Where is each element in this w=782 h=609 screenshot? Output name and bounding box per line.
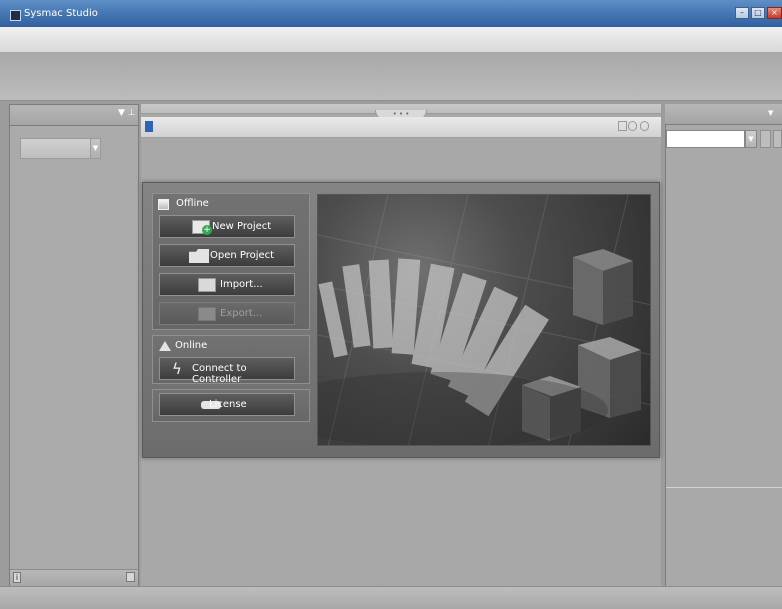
- spiral-graphic: [318, 195, 650, 445]
- window-title: Sysmac Studio: [24, 8, 98, 19]
- right-pane: [665, 104, 782, 586]
- chevron-down-icon[interactable]: ▼: [768, 109, 773, 117]
- export-icon: [198, 307, 216, 321]
- right-pane-divider: [666, 487, 782, 488]
- device-combo[interactable]: [20, 138, 91, 159]
- menu-bar: [0, 27, 782, 53]
- main-toolbar: [0, 52, 782, 101]
- toolbox-option-button[interactable]: [760, 130, 771, 148]
- lightning-icon: ϟ: [172, 360, 182, 378]
- right-pane-header: [665, 104, 782, 125]
- minimize-button[interactable]: –: [735, 7, 749, 19]
- license-button[interactable]: License: [159, 393, 295, 416]
- folder-icon: [189, 249, 209, 263]
- toolbox-search-input[interactable]: [666, 130, 745, 148]
- export-label: Export...: [220, 308, 263, 319]
- sysmac-icon: [10, 10, 21, 21]
- toolbox-dropdown-icon[interactable]: ▼: [745, 130, 757, 148]
- document-icon[interactable]: [145, 121, 153, 132]
- edit-icon[interactable]: [126, 572, 135, 582]
- window-titlebar: [0, 0, 782, 27]
- zoom-in-icon[interactable]: [628, 121, 637, 131]
- start-graphic: [317, 194, 651, 446]
- connect-to-controller-button[interactable]: ϟ Connect to Controller: [159, 357, 295, 385]
- left-pane: ▼ ⊥ ▼ i: [9, 104, 139, 586]
- warning-icon: [159, 341, 171, 351]
- license-label: License: [209, 399, 247, 410]
- offline-title: Offline: [176, 198, 209, 209]
- editor-toolbar: [141, 117, 661, 138]
- zoom-out-icon[interactable]: [640, 121, 649, 131]
- fit-view-icon[interactable]: [618, 121, 627, 131]
- status-bar: [0, 586, 782, 609]
- open-project-label: Open Project: [210, 250, 275, 261]
- import-button[interactable]: Import...: [159, 273, 295, 296]
- combo-dropdown-icon[interactable]: ▼: [90, 138, 101, 159]
- left-pane-footer: i: [10, 569, 138, 586]
- import-icon: [198, 278, 216, 292]
- toolbox-clear-button[interactable]: [773, 130, 782, 148]
- close-button[interactable]: ×: [767, 7, 782, 19]
- offline-icon: [158, 199, 169, 210]
- import-label: Import...: [220, 279, 263, 290]
- online-title: Online: [175, 340, 208, 351]
- new-project-label: New Project: [212, 221, 272, 232]
- info-icon[interactable]: i: [13, 572, 21, 583]
- new-project-icon: [192, 220, 212, 235]
- open-project-button[interactable]: Open Project: [159, 244, 295, 267]
- maximize-button[interactable]: □: [751, 7, 765, 19]
- export-button[interactable]: Export...: [159, 302, 295, 325]
- connect-label: Connect to Controller: [192, 363, 247, 385]
- pin-icon[interactable]: ▼ ⊥: [118, 108, 136, 118]
- new-project-button[interactable]: New Project: [159, 215, 295, 238]
